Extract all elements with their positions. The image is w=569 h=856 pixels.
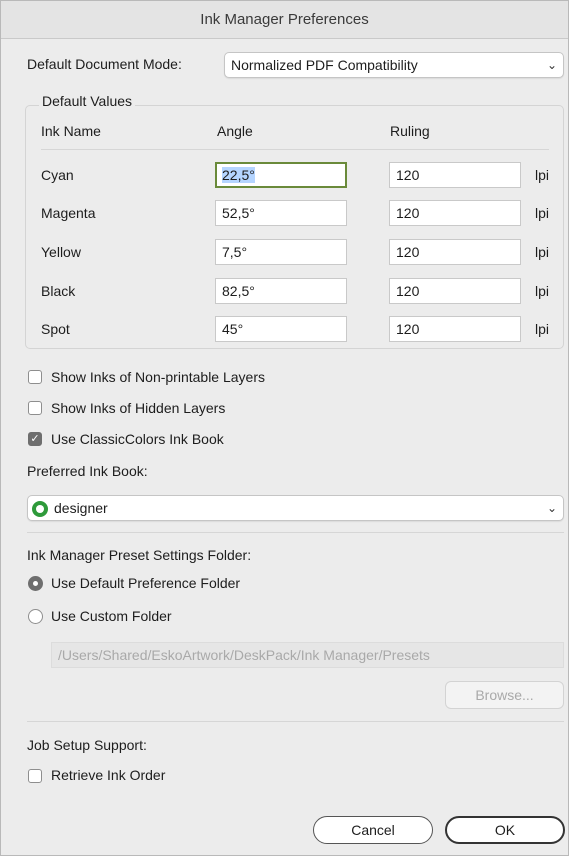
angle-field-black[interactable]: 82,5° bbox=[215, 278, 347, 304]
angle-header: Angle bbox=[217, 123, 253, 139]
default-folder-radio[interactable] bbox=[28, 576, 43, 591]
ink-name-magenta: Magenta bbox=[41, 205, 96, 221]
unit-yellow: lpi bbox=[535, 244, 550, 260]
ink-book-label: Preferred Ink Book: bbox=[27, 463, 148, 479]
preferences-dialog: Ink Manager Preferences Default Document… bbox=[0, 0, 569, 856]
ink-name-cyan: Cyan bbox=[41, 167, 74, 183]
chevron-down-icon: ⌄ bbox=[546, 58, 557, 72]
ink-book-select[interactable]: designer ⌄ bbox=[27, 495, 564, 521]
document-mode-select[interactable]: Normalized PDF Compatibility ⌄ bbox=[224, 52, 564, 78]
window-title: Ink Manager Preferences bbox=[1, 1, 568, 39]
custom-folder-label[interactable]: Use Custom Folder bbox=[51, 608, 172, 624]
preset-folder-label: Ink Manager Preset Settings Folder: bbox=[27, 547, 252, 563]
chevron-down-icon: ⌄ bbox=[546, 501, 557, 515]
unit-cyan: lpi bbox=[535, 167, 550, 183]
retrieve-ink-order-label[interactable]: Retrieve Ink Order bbox=[51, 767, 165, 783]
checkmark-icon: ✓ bbox=[30, 433, 40, 445]
document-mode-value: Normalized PDF Compatibility bbox=[231, 57, 418, 73]
unit-spot: lpi bbox=[535, 321, 550, 337]
ruling-field-black[interactable]: 120 bbox=[389, 278, 521, 304]
default-folder-label[interactable]: Use Default Preference Folder bbox=[51, 575, 240, 591]
ink-book-circle-icon bbox=[32, 501, 48, 517]
ink-name-spot: Spot bbox=[41, 321, 70, 337]
ruling-field-yellow[interactable]: 120 bbox=[389, 239, 521, 265]
unit-black: lpi bbox=[535, 283, 550, 299]
ink-name-black: Black bbox=[41, 283, 76, 299]
ruling-field-spot[interactable]: 120 bbox=[389, 316, 521, 342]
retrieve-ink-order-checkbox[interactable] bbox=[28, 769, 42, 783]
angle-value-cyan: 22,5° bbox=[222, 167, 255, 183]
header-divider bbox=[41, 149, 549, 150]
non-printable-layers-checkbox[interactable] bbox=[28, 370, 42, 384]
ok-button[interactable]: OK bbox=[445, 816, 565, 844]
angle-field-magenta[interactable]: 52,5° bbox=[215, 200, 347, 226]
document-mode-label: Default Document Mode: bbox=[27, 56, 182, 72]
custom-folder-radio[interactable] bbox=[28, 609, 43, 624]
cancel-button[interactable]: Cancel bbox=[313, 816, 433, 844]
preset-folder-path-field[interactable]: /Users/Shared/EskoArtwork/DeskPack/Ink M… bbox=[51, 642, 564, 668]
default-values-title: Default Values bbox=[39, 93, 136, 109]
ink-name-header: Ink Name bbox=[41, 123, 101, 139]
non-printable-layers-label[interactable]: Show Inks of Non-printable Layers bbox=[51, 369, 265, 385]
default-values-group bbox=[25, 105, 564, 349]
hidden-layers-checkbox[interactable] bbox=[28, 401, 42, 415]
classic-colors-checkbox[interactable]: ✓ bbox=[28, 432, 42, 446]
hidden-layers-label[interactable]: Show Inks of Hidden Layers bbox=[51, 400, 225, 416]
ink-name-yellow: Yellow bbox=[41, 244, 81, 260]
job-setup-label: Job Setup Support: bbox=[27, 737, 147, 753]
classic-colors-label[interactable]: Use ClassicColors Ink Book bbox=[51, 431, 224, 447]
section-divider bbox=[27, 532, 564, 533]
ruling-header: Ruling bbox=[390, 123, 430, 139]
angle-field-yellow[interactable]: 7,5° bbox=[215, 239, 347, 265]
angle-field-cyan[interactable]: 22,5° bbox=[215, 162, 347, 188]
angle-field-spot[interactable]: 45° bbox=[215, 316, 347, 342]
unit-magenta: lpi bbox=[535, 205, 550, 221]
ruling-field-cyan[interactable]: 120 bbox=[389, 162, 521, 188]
ruling-field-magenta[interactable]: 120 bbox=[389, 200, 521, 226]
section-divider bbox=[27, 721, 564, 722]
browse-button[interactable]: Browse... bbox=[445, 681, 564, 709]
